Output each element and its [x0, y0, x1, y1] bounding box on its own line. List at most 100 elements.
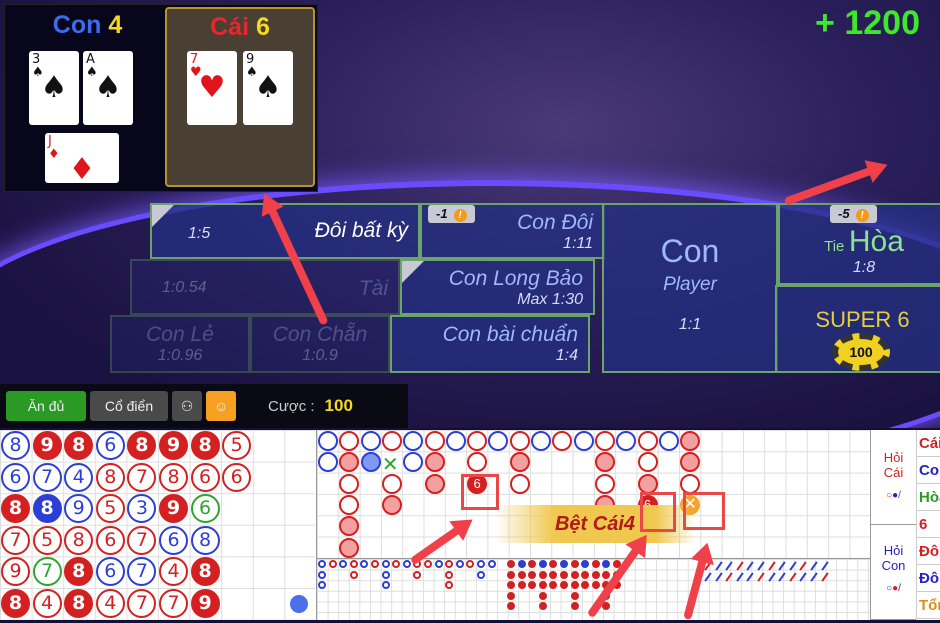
warning-icon: ! [855, 209, 869, 222]
small-road-mark [318, 560, 326, 568]
big-road-banker [339, 537, 360, 558]
small-road-mark [328, 560, 337, 568]
big-eye-mark [581, 560, 590, 568]
ask-banker-button[interactable]: Hỏi Cái ○●/ [871, 430, 916, 525]
bet-player-pair[interactable]: -1! Con Đôi 1:11 [420, 203, 605, 259]
cockroach-mark [714, 572, 723, 582]
bead-road-result: 4 [32, 589, 62, 618]
bead-road-result: 4 [64, 462, 94, 492]
small-road-mark [392, 560, 401, 568]
legend-item: 6 [916, 511, 940, 538]
big-eye-mark [591, 581, 600, 590]
big-road-banker [424, 431, 445, 451]
small-road-mark [381, 581, 390, 590]
big-eye-mark [507, 591, 515, 600]
small-road-mark [424, 560, 432, 568]
bead-road-result: 7 [127, 589, 157, 618]
small-road-mark [445, 570, 454, 579]
bead-road-result: 7 [32, 462, 62, 492]
bead-road-result: 6 [95, 525, 125, 555]
warning-icon: ! [453, 209, 467, 222]
bead-road-result: 6 [190, 462, 220, 492]
cockroach-mark [736, 572, 744, 582]
bet-player-odd[interactable]: Con Lẻ 1:0.96 [110, 315, 250, 373]
full-pay-button[interactable]: Ăn đủ [6, 391, 86, 421]
bead-road-result: 7 [1, 525, 30, 555]
bead-road-result: 6 [190, 494, 220, 524]
big-road-banker [381, 431, 402, 451]
small-road-mark [445, 560, 454, 568]
legend-item: Đôi [916, 538, 940, 565]
small-road-mark [434, 560, 443, 568]
big-road-player [488, 431, 509, 451]
big-road-banker [594, 473, 615, 494]
right-panel: Hỏi Cái○●/ Hỏi Con○●/ CáiConHòa6ĐôiĐôiTổ… [870, 430, 940, 620]
big-road-banker [339, 431, 360, 451]
bet-label: Cược : [268, 397, 315, 415]
bead-road: 8986898567487866889539675867689786748848… [0, 430, 315, 620]
big-eye-mark [581, 581, 590, 590]
small-road-mark [402, 560, 411, 568]
bet-tie[interactable]: -5! Tie Hòa 1:8 [778, 203, 940, 285]
big-eye-mark [528, 581, 537, 590]
highlight-box [640, 492, 676, 532]
cockroach-mark [757, 561, 765, 571]
ask-player-button[interactable]: Hỏi Con ○●/ [871, 525, 916, 620]
bead-road-result: 8 [64, 431, 94, 460]
big-eye-mark [570, 560, 579, 568]
cockroach-mark [746, 572, 755, 582]
big-road-banker [637, 431, 658, 451]
bet-super6[interactable]: SUPER 61:20100 [775, 285, 940, 373]
big-eye-mark [560, 581, 568, 590]
classic-button[interactable]: Cổ điển [90, 391, 168, 421]
big-road-player [445, 431, 466, 451]
big-eye-mark [517, 570, 526, 579]
bet-value: 100 [324, 396, 353, 415]
cockroach-mark [778, 561, 786, 571]
big-eye-mark [538, 602, 547, 611]
bet-big[interactable]: 1:0.54 Tài [130, 259, 400, 315]
bead-road-result: 6 [95, 431, 125, 460]
big-eye-mark [507, 570, 515, 579]
small-road-mark [445, 581, 454, 590]
big-eye-mark [570, 581, 579, 590]
bead-road-result: 8 [32, 494, 62, 524]
big-eye-mark [560, 570, 568, 579]
switch-road-icon[interactable] [290, 595, 308, 613]
group-users-icon[interactable]: ⚇ [172, 391, 202, 421]
small-road-mark [360, 560, 369, 568]
big-eye-mark [581, 570, 590, 579]
playing-card: 9 ♠ ♠ [243, 51, 293, 125]
big-eye-mark [591, 560, 600, 568]
win-amount: + 1200 [815, 4, 920, 42]
big-road-banker [381, 473, 402, 494]
bet-player-dragon[interactable]: Con Long Bảo Max 1:30 [400, 259, 595, 315]
cockroach-mark [778, 572, 786, 582]
bet-player[interactable]: Con Player 1:1 [602, 203, 778, 373]
bead-road-result: 9 [32, 431, 62, 460]
big-road-player [658, 431, 679, 451]
big-road-banker [594, 431, 615, 451]
big-road-banker [637, 452, 658, 473]
big-road-banker [680, 473, 701, 494]
highlight-box [461, 474, 499, 510]
legend-item: Cái [916, 430, 940, 457]
big-eye-mark [517, 560, 526, 568]
user-icon[interactable]: ☺ [206, 391, 236, 421]
bead-road-result: 6 [222, 462, 252, 492]
bead-road-result: 7 [159, 589, 188, 618]
big-road-banker [552, 431, 573, 451]
small-road-mark [477, 560, 485, 568]
toolbar: Ăn đủ Cổ điển ⚇ ☺ Cược : 100 [0, 384, 408, 428]
bet-player-natural[interactable]: Con bài chuẩn 1:4 [390, 315, 590, 373]
bead-road-result: 7 [127, 557, 157, 587]
playing-card: 7 ♥ ♥ [187, 51, 237, 125]
bead-road-result: 7 [32, 557, 62, 587]
player-hand: Con 4 [52, 11, 123, 39]
big-eye-mark [570, 602, 579, 611]
small-road-mark [339, 560, 348, 568]
small-road-mark [477, 570, 485, 579]
big-road-banker [381, 494, 402, 515]
big-eye-mark [538, 560, 547, 568]
legend-item: Tổng [916, 592, 940, 619]
